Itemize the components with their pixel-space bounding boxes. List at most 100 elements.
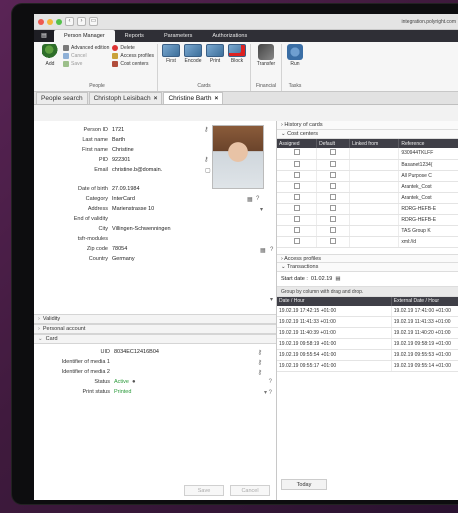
field-value[interactable]: Marienstrasse 10 <box>112 206 154 212</box>
checkbox[interactable] <box>293 193 300 200</box>
checkbox[interactable] <box>293 237 300 244</box>
close-window-icon[interactable] <box>38 18 44 25</box>
card-section[interactable]: ⌄ Card <box>34 334 276 344</box>
forward-icon[interactable]: › <box>77 17 86 26</box>
key-icon[interactable]: ⚷ <box>204 126 208 133</box>
field-value[interactable]: InterCard <box>112 196 135 202</box>
calendar-icon[interactable]: ▦ <box>260 247 266 254</box>
table-row[interactable]: 19.02.19 11:41:33 +01:00 19.02.19 11:41:3… <box>277 316 458 328</box>
cost-centers-button[interactable]: Cost centers <box>112 61 154 67</box>
table-row[interactable]: Arantek_CostCost Cen <box>277 181 458 193</box>
table-row[interactable]: 19.02.19 09:58:19 +01:00 19.02.19 09:58:1… <box>277 338 458 350</box>
help-icon[interactable]: ? <box>256 196 259 202</box>
back-icon[interactable]: ‹ <box>65 17 74 26</box>
run-button[interactable]: Run <box>285 44 305 67</box>
help-icon[interactable]: ? <box>269 379 272 385</box>
key-icon[interactable]: ⚷ <box>204 156 208 163</box>
field-value[interactable]: Barth <box>112 137 125 143</box>
print-button[interactable]: Print <box>205 44 225 64</box>
tab-parameters[interactable]: Parameters <box>154 30 202 42</box>
field-value[interactable]: 27.09.1984 <box>112 186 140 192</box>
print-status-value[interactable]: Printed <box>114 389 131 395</box>
add-button[interactable]: Add <box>40 44 60 67</box>
advanced-edition-button[interactable]: Advanced edition <box>63 45 109 51</box>
dropdown-chevron-icon[interactable]: ▾ <box>260 206 263 213</box>
tab-reports[interactable]: Reports <box>115 30 154 42</box>
tab-authorizations[interactable]: Authorizations <box>202 30 257 42</box>
checkbox[interactable] <box>330 182 337 189</box>
block-button[interactable]: Block <box>227 44 247 64</box>
minimize-window-icon[interactable] <box>47 18 53 25</box>
access-profiles-section[interactable]: › Access profiles <box>277 253 458 263</box>
transactions-section[interactable]: ⌄ Transactions <box>277 262 458 272</box>
checkbox[interactable] <box>330 160 337 167</box>
checkbox[interactable] <box>330 215 337 222</box>
checkbox[interactable] <box>293 149 300 156</box>
checkbox[interactable] <box>293 204 300 211</box>
table-row[interactable]: 19.02.19 09:55:54 +01:00 19.02.19 09:55:5… <box>277 349 458 361</box>
app-menu-icon[interactable]: ▤ <box>34 30 54 42</box>
table-row[interactable]: 19.02.19 11:40:39 +01:00 19.02.19 11:40:2… <box>277 327 458 339</box>
field-value[interactable]: christine.b@domain. <box>112 167 162 173</box>
group-by-bar[interactable]: Group by column with drag and drop. <box>277 285 458 297</box>
cancel-button[interactable]: Cancel <box>63 53 109 59</box>
table-row[interactable]: 930944TKLFF3300 Bu <box>277 148 458 160</box>
field-value[interactable]: Germany <box>112 256 135 262</box>
column-header[interactable]: External Date / Hour <box>391 296 458 306</box>
key-icon[interactable]: ⚷ <box>258 359 262 366</box>
help-icon[interactable]: ? <box>270 247 273 253</box>
lock-icon[interactable]: ▢ <box>205 167 211 174</box>
key-icon[interactable]: ⚷ <box>258 349 262 356</box>
checkbox[interactable] <box>330 193 337 200</box>
save-form-button[interactable]: Save <box>184 485 224 496</box>
checkbox[interactable] <box>330 226 337 233</box>
tab-person-manager[interactable]: Person Manager <box>54 30 115 42</box>
table-row[interactable]: xml://dTest Kost <box>277 236 458 248</box>
checkbox[interactable] <box>330 237 337 244</box>
checkbox[interactable] <box>330 171 337 178</box>
validity-section[interactable]: › Validity <box>34 314 276 324</box>
key-icon[interactable]: ⚷ <box>258 369 262 376</box>
checkbox[interactable] <box>293 215 300 222</box>
uid-value[interactable]: 8034EC12416B04 <box>114 349 159 355</box>
personal-account-section[interactable]: › Personal account <box>34 324 276 334</box>
field-value[interactable]: 922301 <box>112 157 130 163</box>
column-header[interactable]: Assigned <box>277 139 318 148</box>
field-value[interactable]: 78054 <box>112 246 127 252</box>
dropdown-chevron-icon[interactable]: ▾ <box>270 296 273 303</box>
transfer-button[interactable]: Transfer <box>254 44 278 67</box>
encode-button[interactable]: Encode <box>183 44 203 64</box>
column-header[interactable]: Linked from <box>349 139 400 148</box>
checkbox[interactable] <box>330 204 337 211</box>
save-button[interactable]: Save <box>63 61 109 67</box>
tab-christine-barth[interactable]: Christine Barth × <box>163 92 224 104</box>
checkbox[interactable] <box>293 182 300 189</box>
cancel-form-button[interactable]: Cancel <box>230 485 270 496</box>
cost-centers-section[interactable]: ⌄ Cost centers <box>277 130 458 139</box>
table-row[interactable]: 19.02.19 17:42:15 +01:00 19.02.19 17:41:0… <box>277 305 458 317</box>
field-value[interactable]: Christine <box>112 147 134 153</box>
tab-christoph-leisibach[interactable]: Christoph Leisibach × <box>88 92 163 104</box>
close-tab-icon[interactable]: × <box>214 95 218 102</box>
dropdown-chevron-icon[interactable]: ▾ ? <box>264 389 272 396</box>
today-button[interactable]: Today <box>281 479 327 490</box>
table-row[interactable]: RDRG-HEFB-ERDRG-HE <box>277 203 458 215</box>
calendar-icon[interactable]: ▦ <box>247 196 253 203</box>
maximize-window-icon[interactable] <box>56 18 62 25</box>
table-row[interactable]: Basanet1234(7980 <box>277 159 458 171</box>
start-date-input[interactable]: 01.02.19 <box>311 276 332 282</box>
checkbox[interactable] <box>293 226 300 233</box>
access-profiles-button[interactable]: Access profiles <box>112 53 154 59</box>
column-header[interactable]: Date / Hour <box>277 296 392 306</box>
close-tab-icon[interactable]: × <box>154 95 158 102</box>
tab-overview-icon[interactable]: ▭ <box>89 17 98 26</box>
first-card-button[interactable]: First <box>161 44 181 64</box>
column-header[interactable]: Reference <box>398 139 458 148</box>
column-header[interactable]: Default <box>316 139 351 148</box>
checkbox[interactable] <box>293 171 300 178</box>
checkbox[interactable] <box>293 160 300 167</box>
checkbox[interactable] <box>330 149 337 156</box>
delete-button[interactable]: Delete <box>112 45 154 51</box>
table-row[interactable]: TAS Group KTAS Grou <box>277 225 458 237</box>
calendar-icon[interactable]: ▦ <box>335 276 340 282</box>
